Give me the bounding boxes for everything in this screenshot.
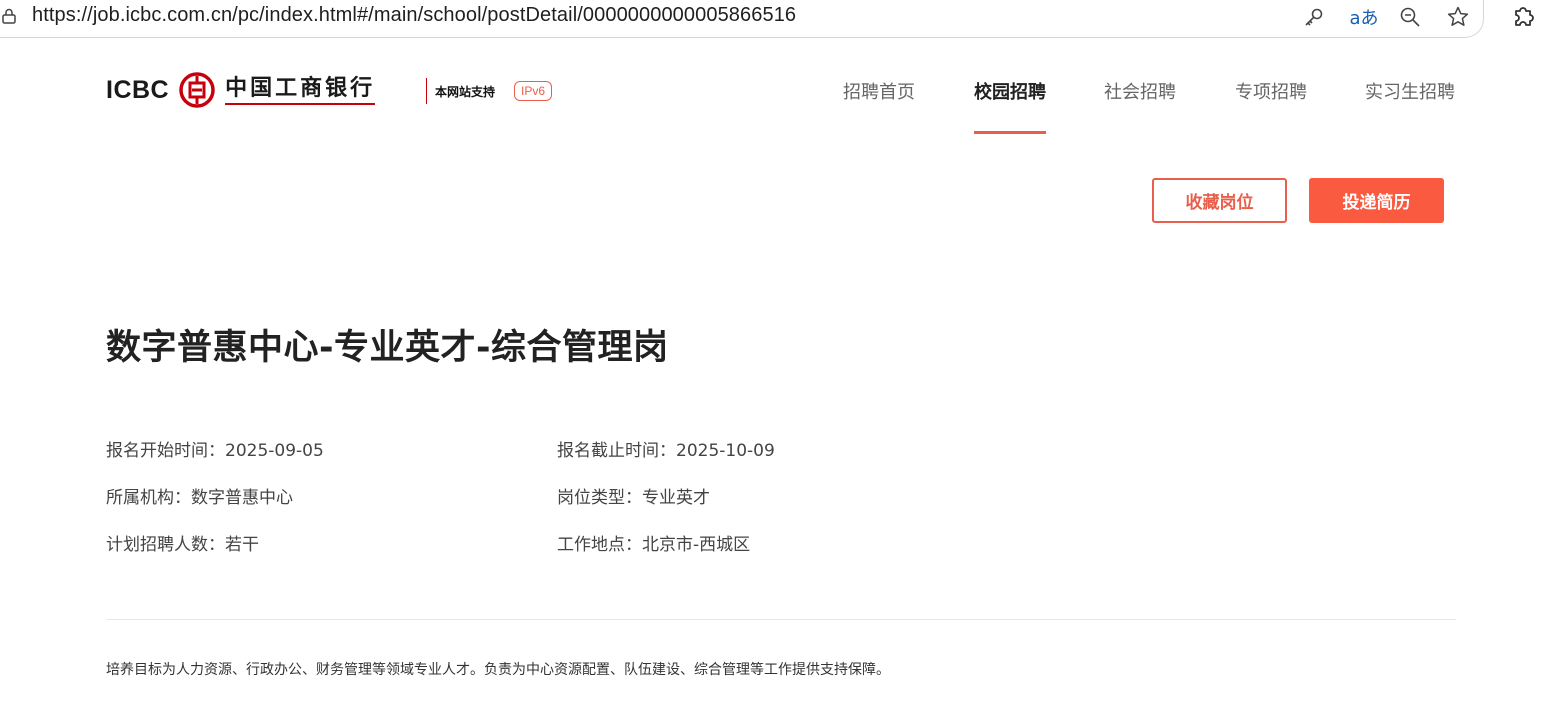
job-detail: 数字普惠中心-专业英才-综合管理岗 报名开始时间：2025-09-05 报名截止… — [0, 253, 1557, 720]
ipv6-support-text: 本网站支持 — [435, 85, 496, 99]
extensions-icon[interactable] — [1510, 2, 1538, 30]
url-text[interactable]: https://job.icbc.com.cn/pc/index.html#/m… — [32, 4, 796, 27]
zoom-out-icon[interactable] — [1397, 4, 1423, 30]
job-description: 培养目标为人力资源、行政办公、财务管理等领域专业人才。负责为中心资源配置、队伍建… — [106, 662, 890, 678]
browser-toolbar: https://job.icbc.com.cn/pc/index.html#/m… — [0, 0, 1557, 44]
logo-en-text: ICBC — [106, 75, 170, 104]
nav-item-home[interactable]: 招聘首页 — [843, 78, 915, 104]
apply-resume-button[interactable]: 投递简历 — [1309, 178, 1444, 223]
nav-item-intern[interactable]: 实习生招聘 — [1365, 78, 1455, 104]
section-divider — [106, 619, 1456, 620]
action-bar: 收藏岗位 投递简历 — [0, 135, 1557, 253]
info-headcount: 计划招聘人数：若干 — [106, 535, 259, 555]
info-start-time: 报名开始时间：2025-09-05 — [106, 441, 324, 461]
nav-item-campus[interactable]: 校园招聘 — [974, 78, 1046, 104]
ipv6-badge: IPv6 — [514, 81, 553, 101]
site-header: ICBC 中国工商银行 本网站支持 IPv6 招聘首页 校园招聘 社会招聘 专项… — [0, 44, 1557, 135]
icbc-emblem-icon — [179, 72, 215, 108]
read-aloud-icon[interactable]: aあ — [1347, 4, 1381, 30]
favorite-star-icon[interactable] — [1445, 4, 1471, 30]
lock-icon[interactable] — [2, 8, 16, 24]
info-post-type: 岗位类型：专业英才 — [557, 488, 710, 508]
icbc-logo[interactable]: ICBC 中国工商银行 — [106, 72, 376, 108]
page-title: 数字普惠中心-专业英才-综合管理岗 — [106, 328, 669, 368]
info-location: 工作地点：北京市-西城区 — [557, 535, 751, 555]
favorite-job-button[interactable]: 收藏岗位 — [1152, 178, 1287, 223]
info-end-time: 报名截止时间：2025-10-09 — [557, 441, 775, 461]
nav-active-indicator — [974, 131, 1046, 134]
key-icon[interactable] — [1301, 4, 1327, 30]
nav-item-special[interactable]: 专项招聘 — [1235, 78, 1307, 104]
nav-item-social[interactable]: 社会招聘 — [1104, 78, 1176, 104]
logo-divider — [426, 78, 427, 104]
logo-cn-text: 中国工商银行 — [225, 76, 376, 105]
info-institution: 所属机构：数字普惠中心 — [106, 488, 293, 508]
